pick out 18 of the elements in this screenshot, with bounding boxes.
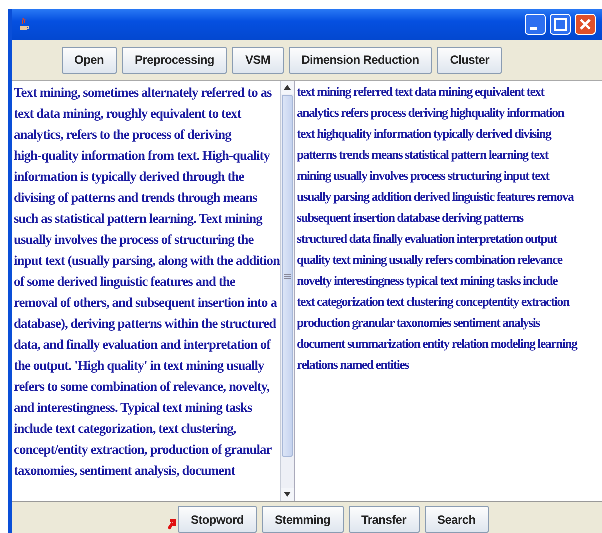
input-text[interactable]: Text mining, sometimes alternately referred to as text data mining, roughly equivalent to text analytics, refers to the process of deriving high-quality information from text. High-quality information is typically derived through the divising of patterns and trends through means such as statistical pattern learning. Text mining usually involves the process of structuring the input text (usually parsing, along with the addition of some derived linguistic features and the removal of others, and subsequent insertion into a database), deriving patterns within the structured data, and finally evaluation and interpretation of the output. 'High quality' in text mining usually refers to some combination of relevance, novelty, and interestingness. Typical text mining tasks include text categorization, text clustering, concept/entity extraction, production of granular taxonomies, sentiment analysis, document bbox=[12, 81, 280, 501]
toolbar-button[interactable]: VSM bbox=[232, 46, 284, 74]
grip-icon bbox=[284, 274, 291, 278]
toolbar-button[interactable]: Cluster bbox=[437, 46, 502, 74]
action-button[interactable]: Transfer bbox=[348, 506, 420, 533]
maximize-button[interactable] bbox=[550, 14, 571, 35]
cup-icon bbox=[18, 16, 30, 32]
output-text[interactable]: text mining referred text data mining equivalent text analytics refers process deriving highquality information text highquality information typically derived divising patterns trends means statistical pattern learning text mining usually involves process structuring input text usually parsing addition derived linguistic features remova subsequent insertion database deriving patterns structured data finally evaluation interpretation output quality text mining usually refers combination relevance novelty interestingness typical text mining tasks include text categorization text clustering conceptentity extraction production granular taxonomies sentiment analysis document summarization entity relation modeling learning relations named entities bbox=[295, 81, 602, 501]
down-arrow-icon[interactable] bbox=[284, 492, 291, 497]
action-button[interactable]: Stemming bbox=[262, 506, 344, 533]
minimize-button[interactable] bbox=[525, 14, 546, 35]
close-button[interactable] bbox=[575, 14, 596, 35]
toolbar-button[interactable]: Open bbox=[62, 46, 117, 74]
action-button[interactable]: Stopword bbox=[178, 506, 257, 533]
up-arrow-icon[interactable] bbox=[284, 85, 291, 90]
toolbar-button[interactable]: Dimension Reduction bbox=[288, 46, 432, 74]
action-button[interactable]: Search bbox=[424, 506, 489, 533]
toolbar-button[interactable]: Preprocessing bbox=[122, 46, 228, 74]
